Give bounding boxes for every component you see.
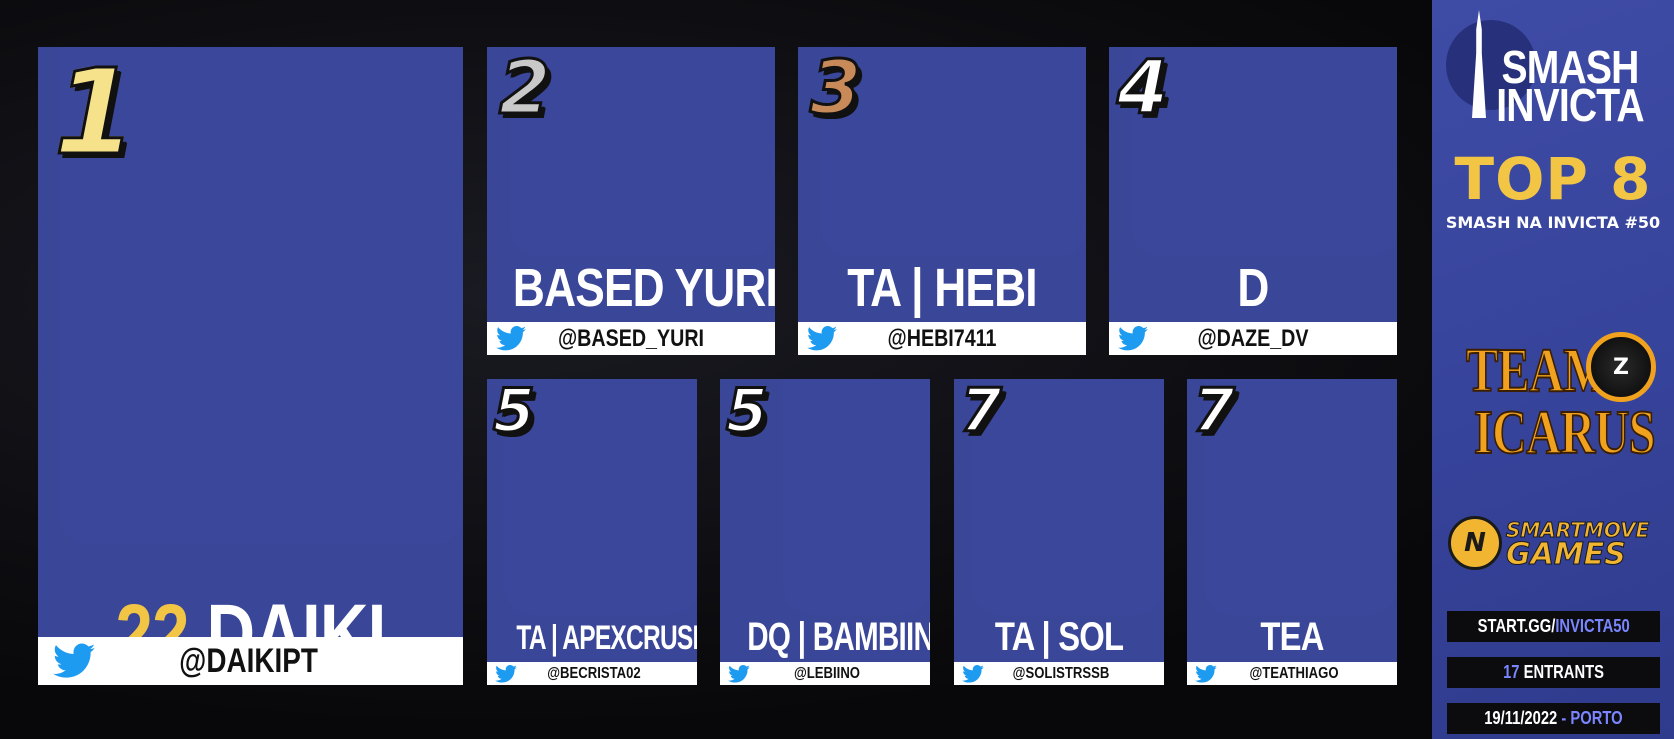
rank-number: 5 bbox=[725, 379, 770, 446]
startgg-link-box: START.GG/INVICTA50 bbox=[1447, 611, 1660, 642]
rank-number: 7 bbox=[959, 379, 1004, 446]
event-date: 19/11/2022 bbox=[1484, 708, 1558, 728]
player-name: TA | APEXCRUSHER bbox=[516, 619, 697, 657]
twitter-bar: @BECRISTA02 bbox=[487, 662, 697, 685]
sun-z-icon: Z bbox=[1586, 332, 1656, 402]
twitter-handle: @BASED_YURI bbox=[557, 324, 705, 352]
player-name: TA | HEBI bbox=[847, 258, 1037, 318]
smartmove-games-logo: N SMARTMOVE GAMES bbox=[1448, 512, 1668, 572]
rank-number: 7 bbox=[1192, 379, 1237, 446]
rank-number: 4 bbox=[1116, 47, 1170, 131]
date-location-box: 19/11/2022 - PORTO bbox=[1447, 703, 1660, 734]
twitter-handle: @DAIKIPT bbox=[179, 641, 318, 680]
twitter-icon bbox=[958, 664, 988, 683]
rank-number: 1 bbox=[52, 47, 137, 181]
twitter-bar: @BASED_YURI bbox=[487, 322, 775, 355]
top8-title: TOP 8 bbox=[1454, 145, 1652, 213]
sponsor2-line-2: GAMES bbox=[1506, 537, 1627, 572]
rank-number: 3 bbox=[809, 47, 863, 131]
sidebar: SMASH INVICTA TOP 8 SMASH NA INVICTA #50… bbox=[1432, 0, 1674, 739]
twitter-handle: @DAZE_DV bbox=[1197, 324, 1309, 352]
event-name: SMASH NA INVICTA #50 bbox=[1445, 213, 1661, 232]
twitter-icon bbox=[724, 664, 754, 683]
player-card-7b: 7 TEA @TEATHIAGO bbox=[1187, 379, 1397, 685]
date-separator: - bbox=[1557, 708, 1571, 728]
player-card-1: 1 22 DAIKI @DAIKIPT bbox=[38, 47, 463, 685]
twitter-bar: @SOLISTRSSB bbox=[954, 662, 1164, 685]
twitter-icon bbox=[1113, 326, 1153, 351]
twitter-bar: @DAIKIPT bbox=[38, 637, 463, 685]
rank-number: 5 bbox=[492, 379, 537, 446]
twitter-bar: @HEBI7411 bbox=[798, 322, 1086, 355]
player-name: DQ | BAMBIINO bbox=[747, 615, 930, 659]
brand-line-2: INVICTA bbox=[1496, 79, 1644, 131]
url-prefix: START.GG/ bbox=[1477, 616, 1556, 636]
player-card-7a: 7 TA | SOL @SOLISTRSSB bbox=[954, 379, 1164, 685]
twitter-icon bbox=[44, 643, 104, 679]
player-card-5a: 5 TA | APEXCRUSHER @BECRISTA02 bbox=[487, 379, 697, 685]
twitter-bar: @DAZE_DV bbox=[1109, 322, 1397, 355]
entrants-count: 17 bbox=[1503, 662, 1520, 682]
twitter-bar: @LEBIINO bbox=[720, 662, 930, 685]
player-card-2: 2 BASED YURI @BASED_YURI bbox=[487, 47, 775, 355]
player-name: D bbox=[1237, 258, 1269, 318]
url-suffix: INVICTA50 bbox=[1555, 616, 1630, 636]
top8-graphic: 1 22 DAIKI @DAIKIPT 2 BASED YURI @BASED_… bbox=[0, 0, 1674, 739]
twitter-icon bbox=[1191, 664, 1221, 683]
rank-number: 2 bbox=[498, 47, 552, 131]
player-name: TEA bbox=[1260, 615, 1324, 659]
twitter-handle: @HEBI7411 bbox=[887, 324, 997, 352]
entrants-box: 17 ENTRANTS bbox=[1447, 657, 1660, 688]
twitter-handle: @SOLISTRSSB bbox=[1012, 664, 1110, 682]
player-card-5b: 5 DQ | BAMBIINO @LEBIINO bbox=[720, 379, 930, 685]
event-location: PORTO bbox=[1570, 708, 1623, 728]
twitter-icon bbox=[491, 664, 521, 683]
player-name: BASED YURI bbox=[512, 258, 775, 318]
twitter-handle: @BECRISTA02 bbox=[547, 664, 641, 682]
player-name: TA | SOL bbox=[994, 615, 1124, 659]
team-icarus-logo: TEAM ICARUS Z bbox=[1465, 322, 1662, 492]
twitter-handle: @LEBIINO bbox=[793, 664, 861, 682]
entrants-label: ENTRANTS bbox=[1519, 662, 1604, 682]
player-card-3: 3 TA | HEBI @HEBI7411 bbox=[798, 47, 1086, 355]
player-card-4: 4 D @DAZE_DV bbox=[1109, 47, 1397, 355]
twitter-icon bbox=[491, 326, 531, 351]
smartmove-mark-icon: N bbox=[1448, 516, 1502, 570]
twitter-icon bbox=[802, 326, 842, 351]
sponsor1-line-2: ICARUS bbox=[1473, 399, 1656, 467]
twitter-handle: @TEATHIAGO bbox=[1249, 664, 1339, 682]
twitter-bar: @TEATHIAGO bbox=[1187, 662, 1397, 685]
